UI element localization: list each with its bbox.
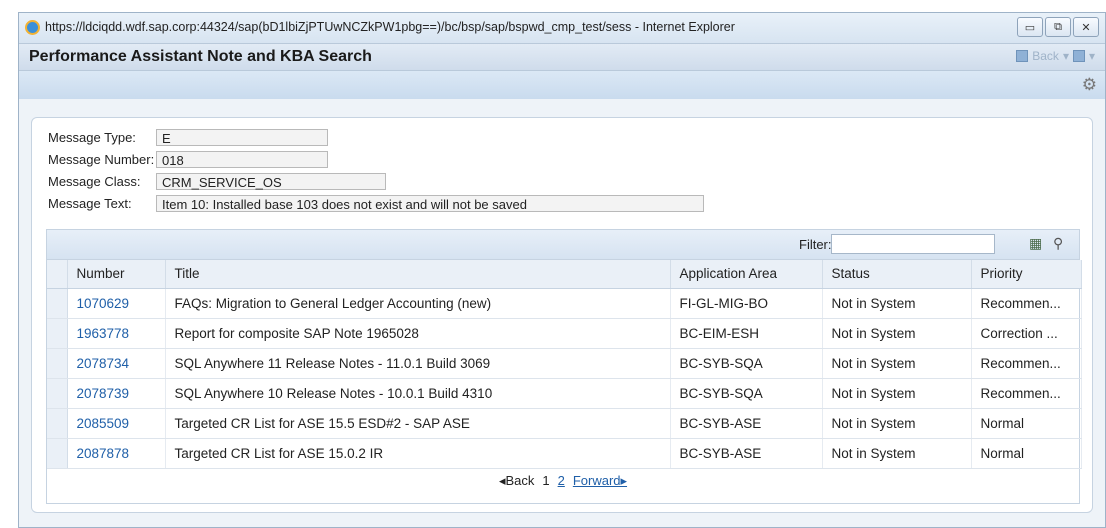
- note-status: Not in System: [822, 438, 972, 469]
- browser-title: https://ldciqdd.wdf.sap.corp:44324/sap(b…: [45, 20, 735, 34]
- back-nav-icon: [1016, 50, 1029, 62]
- back-button[interactable]: Back: [1032, 49, 1059, 63]
- pager-back-button[interactable]: ◂Back: [499, 473, 534, 489]
- note-status: Not in System: [822, 318, 972, 349]
- application-area: BC-SYB-ASE: [670, 438, 823, 469]
- table-row[interactable]: 2085509 Targeted CR List for ASE 15.5 ES…: [47, 408, 1082, 439]
- column-header-application-area[interactable]: Application Area: [670, 260, 823, 289]
- pagination: ◂Back 1 2 Forward▸: [47, 468, 1079, 493]
- note-number-link[interactable]: 2078739: [77, 386, 130, 401]
- note-title: Report for composite SAP Note 1965028: [165, 318, 671, 349]
- note-title: SQL Anywhere 10 Release Notes - 10.0.1 B…: [165, 378, 671, 409]
- message-type-value: E: [156, 129, 328, 146]
- message-number-value: 018: [156, 151, 328, 168]
- row-selector[interactable]: [47, 318, 68, 349]
- table-row[interactable]: 2087878 Targeted CR List for ASE 15.0.2 …: [47, 438, 1082, 469]
- note-title: Targeted CR List for ASE 15.5 ESD#2 - SA…: [165, 408, 671, 439]
- search-settings-icon[interactable]: ⚲: [1053, 235, 1063, 252]
- note-priority: Recommen...: [971, 378, 1082, 409]
- note-status: Not in System: [822, 288, 972, 319]
- table-row[interactable]: 1963778 Report for composite SAP Note 19…: [47, 318, 1082, 349]
- table-header-row: Number Title Application Area Status Pri…: [47, 260, 1082, 289]
- row-selector[interactable]: [47, 438, 68, 469]
- row-selector[interactable]: [47, 348, 68, 379]
- message-class-row: Message Class: CRM_SERVICE_OS: [48, 172, 386, 191]
- internet-explorer-icon: [25, 20, 40, 35]
- app-toolbar: ⚙: [19, 71, 1105, 99]
- message-type-label: Message Type:: [48, 130, 136, 145]
- application-area: BC-EIM-ESH: [670, 318, 823, 349]
- note-title: SQL Anywhere 11 Release Notes - 11.0.1 B…: [165, 348, 671, 379]
- app-navigation: Back ▾ ▾: [1016, 49, 1095, 63]
- note-number-link[interactable]: 2085509: [77, 416, 130, 431]
- application-area: BC-SYB-SQA: [670, 378, 823, 409]
- note-priority: Recommen...: [971, 288, 1082, 319]
- window-controls: ▭ ⧉ ✕: [1017, 17, 1099, 37]
- pager-page-1: 1: [542, 473, 550, 488]
- note-number-link[interactable]: 1963778: [77, 326, 130, 341]
- note-number-link[interactable]: 1070629: [77, 296, 130, 311]
- row-selector[interactable]: [47, 408, 68, 439]
- note-priority: Recommen...: [971, 348, 1082, 379]
- message-text-value: Item 10: Installed base 103 does not exi…: [156, 195, 704, 212]
- message-number-label: Message Number:: [48, 152, 155, 167]
- note-status: Not in System: [822, 348, 972, 379]
- note-priority: Normal: [971, 438, 1082, 469]
- gear-icon[interactable]: ⚙: [1082, 75, 1097, 95]
- message-text-row: Message Text: Item 10: Installed base 10…: [48, 194, 704, 213]
- forward-dropdown-icon[interactable]: ▾: [1089, 49, 1095, 63]
- note-title: FAQs: Migration to General Ledger Accoun…: [165, 288, 671, 319]
- notes-table-container: Filter: ▦ ⚲ Number Title Application Are…: [46, 229, 1082, 504]
- column-header-status[interactable]: Status: [822, 260, 972, 289]
- page-title: Performance Assistant Note and KBA Searc…: [29, 48, 372, 65]
- column-header-priority[interactable]: Priority: [971, 260, 1082, 289]
- back-dropdown-icon[interactable]: ▾: [1063, 49, 1069, 63]
- table-row[interactable]: 2078739 SQL Anywhere 10 Release Notes - …: [47, 378, 1082, 409]
- note-status: Not in System: [822, 408, 972, 439]
- notes-table: Number Title Application Area Status Pri…: [47, 260, 1082, 469]
- note-priority: Correction ...: [971, 318, 1082, 349]
- row-selector[interactable]: [47, 288, 68, 319]
- note-priority: Normal: [971, 408, 1082, 439]
- application-area: BC-SYB-SQA: [670, 348, 823, 379]
- pager-forward-link[interactable]: Forward▸: [573, 473, 627, 489]
- minimize-button[interactable]: ▭: [1017, 17, 1043, 37]
- close-button[interactable]: ✕: [1073, 17, 1099, 37]
- note-number-link[interactable]: 2087878: [77, 446, 130, 461]
- message-class-value: CRM_SERVICE_OS: [156, 173, 386, 190]
- message-type-row: Message Type: E: [48, 128, 328, 147]
- note-status: Not in System: [822, 378, 972, 409]
- export-excel-icon[interactable]: ▦: [1029, 235, 1042, 252]
- restore-button[interactable]: ⧉: [1045, 17, 1071, 37]
- message-number-row: Message Number: 018: [48, 150, 328, 169]
- note-title: Targeted CR List for ASE 15.0.2 IR: [165, 438, 671, 469]
- column-header-title[interactable]: Title: [165, 260, 671, 289]
- application-area: FI-GL-MIG-BO: [670, 288, 823, 319]
- table-row[interactable]: 1070629 FAQs: Migration to General Ledge…: [47, 288, 1082, 319]
- pager-page-2-link[interactable]: 2: [558, 473, 565, 488]
- filter-input[interactable]: [831, 234, 995, 254]
- browser-titlebar: https://ldciqdd.wdf.sap.corp:44324/sap(b…: [19, 13, 1105, 43]
- content-panel: Message Type: E Message Number: 018 Mess…: [31, 117, 1093, 513]
- table-toolbar: Filter: ▦ ⚲: [47, 230, 1079, 260]
- table-row[interactable]: 2078734 SQL Anywhere 11 Release Notes - …: [47, 348, 1082, 379]
- column-header-number[interactable]: Number: [67, 260, 166, 289]
- filter-label: Filter:: [799, 237, 832, 252]
- select-all-cell[interactable]: [47, 260, 68, 289]
- message-class-label: Message Class:: [48, 174, 141, 189]
- row-selector[interactable]: [47, 378, 68, 409]
- application-area: BC-SYB-ASE: [670, 408, 823, 439]
- note-number-link[interactable]: 2078734: [77, 356, 130, 371]
- forward-nav-icon[interactable]: [1072, 50, 1085, 62]
- app-header: Performance Assistant Note and KBA Searc…: [19, 43, 1105, 71]
- message-text-label: Message Text:: [48, 196, 132, 211]
- browser-window: https://ldciqdd.wdf.sap.corp:44324/sap(b…: [18, 12, 1106, 528]
